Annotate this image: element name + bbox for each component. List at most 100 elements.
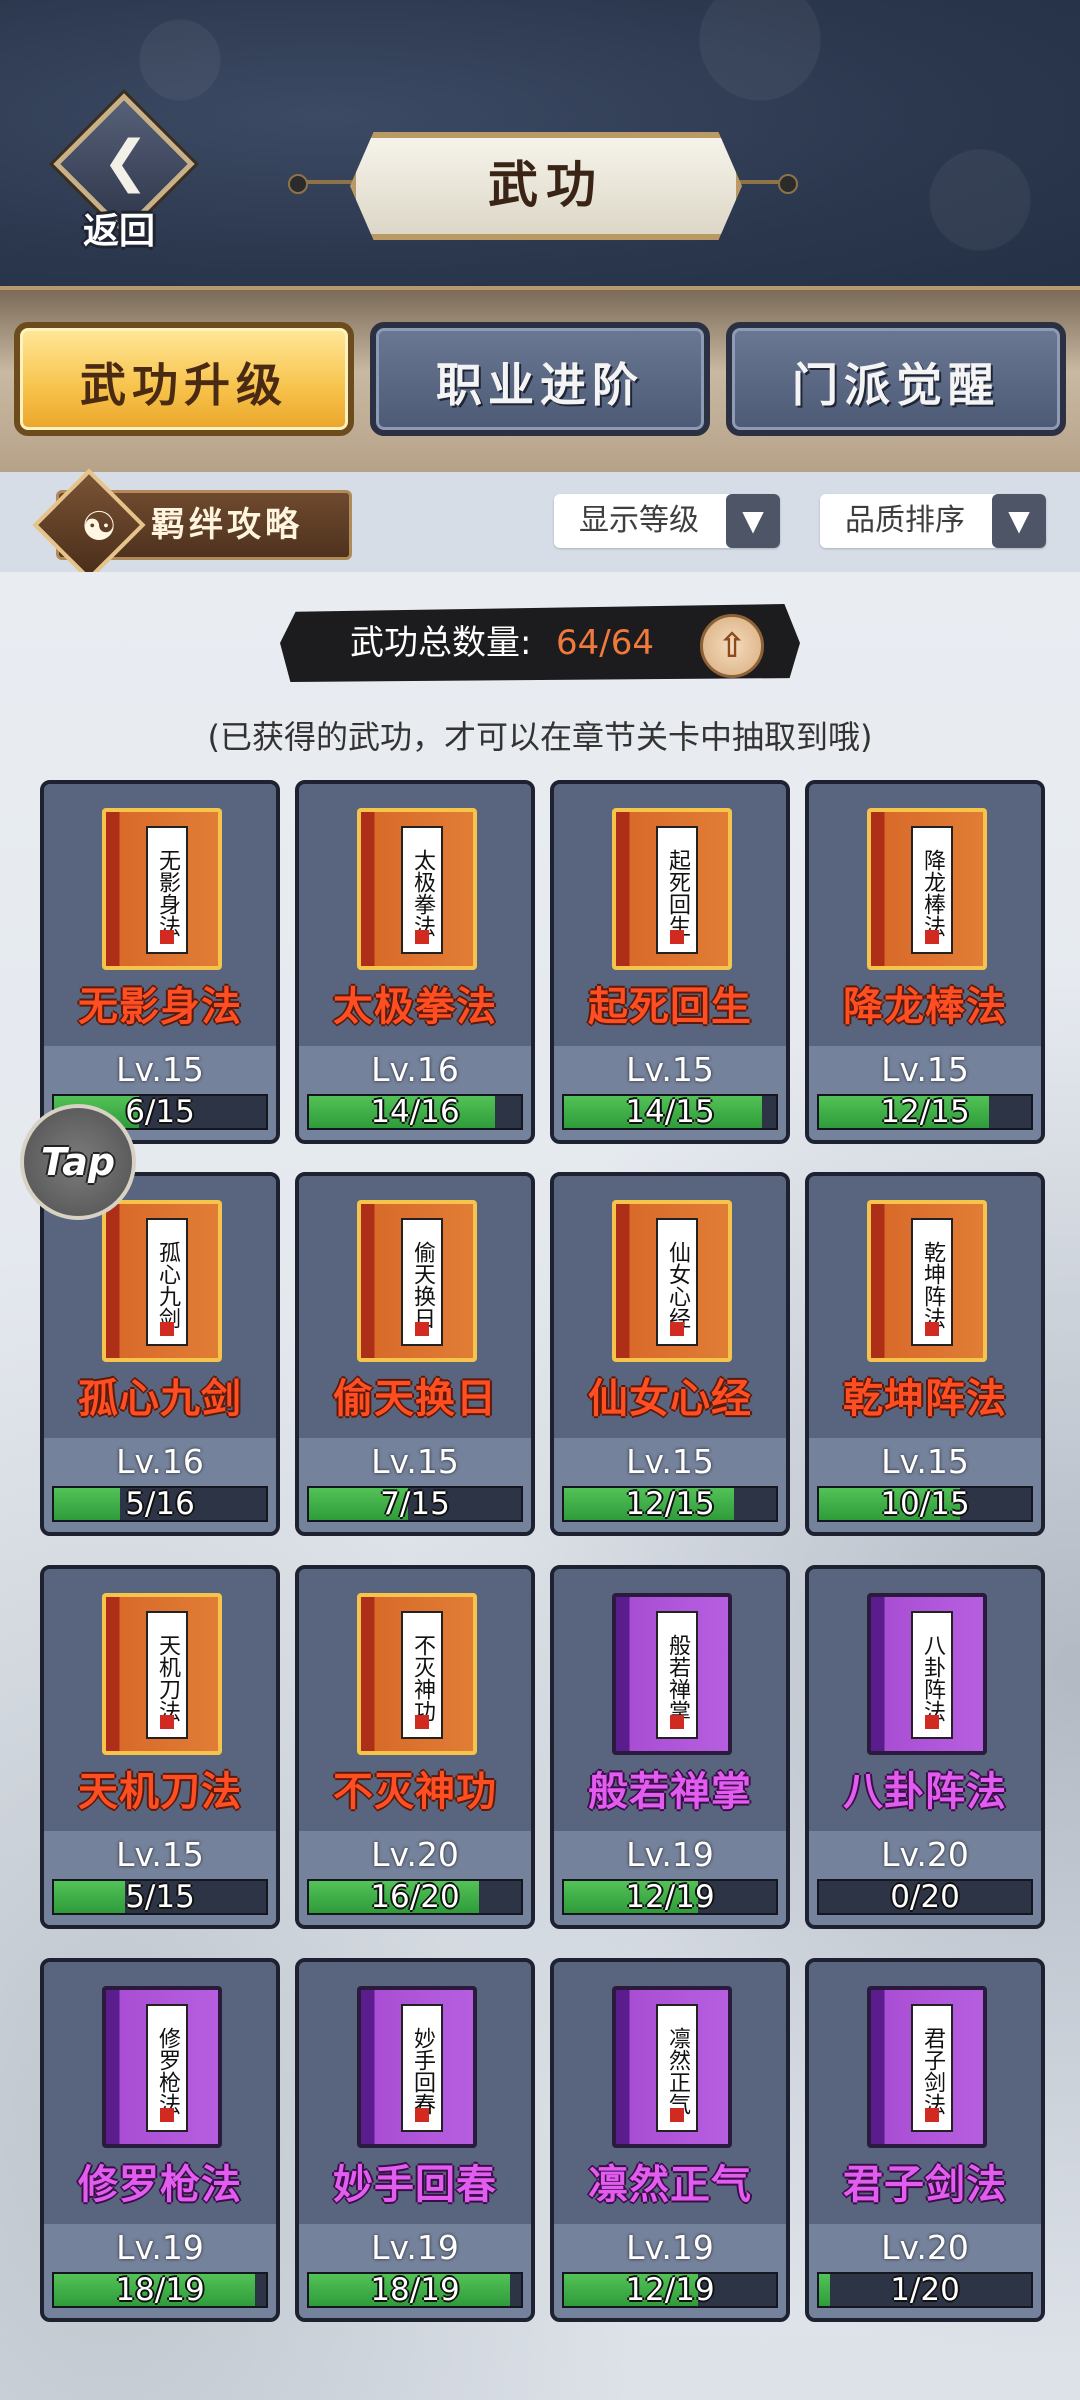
skill-name: 无影身法 (78, 984, 242, 1030)
skill-level: Lv.15 (881, 1442, 969, 1481)
bond-guide-label: 羁绊攻略 (151, 505, 303, 545)
skill-book-icon: 无影身法 (102, 808, 222, 970)
skill-count-label: 武功总数量: (350, 623, 532, 663)
skill-name: 太极拳法 (333, 984, 497, 1030)
skill-level: Lv.20 (881, 1835, 969, 1874)
back-button[interactable]: ❮ 返回 (44, 93, 195, 254)
skill-progress-text: 16/20 (370, 1879, 460, 1915)
skill-progress-text: 5/15 (125, 1879, 195, 1915)
skill-progress-text: 14/16 (370, 1094, 460, 1130)
seal-icon (670, 2108, 684, 2122)
skill-level: Lv.20 (881, 2228, 969, 2267)
skill-book-icon: 般若禅掌 (612, 1593, 732, 1755)
skill-progress-bar: 16/20 (307, 1879, 523, 1915)
skill-card[interactable]: 乾坤阵法 乾坤阵法 Lv.15 10/15 (805, 1172, 1045, 1536)
skill-book-icon: 偷天换日 (357, 1200, 477, 1362)
skill-progress-bar: 12/15 (817, 1094, 1033, 1130)
skill-card[interactable]: 仙女心经 仙女心经 Lv.15 12/15 (550, 1172, 790, 1536)
skill-book-icon: 八卦阵法 (867, 1593, 987, 1755)
level-display-dropdown[interactable]: 显示等级 ▼ (554, 494, 780, 548)
skill-level: Lv.16 (116, 1442, 204, 1481)
seal-icon (925, 1715, 939, 1729)
skill-progress-bar: 14/16 (307, 1094, 523, 1130)
skill-level: Lv.19 (116, 2228, 204, 2267)
quality-sort-dropdown[interactable]: 品质排序 ▼ (820, 494, 1046, 548)
skill-card[interactable]: 孤心九剑 孤心九剑 Lv.16 5/16 (40, 1172, 280, 1536)
skill-progress-bar: 0/20 (817, 1879, 1033, 1915)
upgrade-arrow-icon[interactable]: ⇧ (700, 614, 764, 678)
skill-progress-bar: 18/19 (307, 2272, 523, 2308)
skill-card[interactable]: 无影身法 无影身法 Lv.15 6/15 (40, 780, 280, 1144)
tab-sect-awaken[interactable]: 门派觉醒 (726, 322, 1066, 436)
bond-guide-button[interactable]: ☯ 羁绊攻略 (32, 468, 352, 582)
skill-name: 八卦阵法 (843, 1769, 1007, 1815)
skill-progress-text: 1/20 (890, 2272, 960, 2308)
skill-book-icon: 凛然正气 (612, 1986, 732, 2148)
skill-progress-text: 18/19 (115, 2272, 205, 2308)
skill-progress-text: 14/15 (625, 1094, 715, 1130)
skill-name: 降龙棒法 (843, 984, 1007, 1030)
skill-card[interactable]: 凛然正气 凛然正气 Lv.19 12/19 (550, 1958, 790, 2322)
skill-level: Lv.16 (371, 1050, 459, 1089)
seal-icon (670, 1715, 684, 1729)
tab-class-advance[interactable]: 职业进阶 (370, 322, 710, 436)
skill-level: Lv.15 (626, 1442, 714, 1481)
seal-icon (415, 1322, 429, 1336)
skill-card[interactable]: 太极拳法 太极拳法 Lv.16 14/16 (295, 780, 535, 1144)
seal-icon (415, 2108, 429, 2122)
skill-name: 凛然正气 (588, 2162, 752, 2208)
skill-book-icon: 孤心九剑 (102, 1200, 222, 1362)
skill-level: Lv.19 (371, 2228, 459, 2267)
skill-card[interactable]: 不灭神功 不灭神功 Lv.20 16/20 (295, 1565, 535, 1929)
skill-level: Lv.19 (626, 1835, 714, 1874)
skill-book-icon: 修罗枪法 (102, 1986, 222, 2148)
seal-icon (670, 930, 684, 944)
skill-card[interactable]: 修罗枪法 修罗枪法 Lv.19 18/19 (40, 1958, 280, 2322)
seal-icon (925, 930, 939, 944)
skill-level: Lv.19 (626, 2228, 714, 2267)
skill-card[interactable]: 八卦阵法 八卦阵法 Lv.20 0/20 (805, 1565, 1045, 1929)
quality-sort-value: 品质排序 (845, 503, 965, 538)
skill-card[interactable]: 般若禅掌 般若禅掌 Lv.19 12/19 (550, 1565, 790, 1929)
skill-progress-bar: 1/20 (817, 2272, 1033, 2308)
skill-progress-bar: 12/19 (562, 2272, 778, 2308)
skill-book-icon: 仙女心经 (612, 1200, 732, 1362)
skill-name: 乾坤阵法 (843, 1376, 1007, 1422)
skill-name: 偷天换日 (333, 1376, 497, 1422)
skill-progress-text: 12/15 (625, 1486, 715, 1522)
title-knob-right (778, 174, 798, 194)
skill-card[interactable]: 起死回生 起死回生 Lv.15 14/15 (550, 780, 790, 1144)
skill-book-icon: 君子剑法 (867, 1986, 987, 2148)
title-knob-left (288, 174, 308, 194)
chevron-down-icon: ▼ (992, 494, 1046, 548)
skill-progress-bar: 5/16 (52, 1486, 268, 1522)
tap-floating-button[interactable]: Tap (20, 1104, 136, 1220)
skill-card[interactable]: 君子剑法 君子剑法 Lv.20 1/20 (805, 1958, 1045, 2322)
tab-bar: 武功升级 职业进阶 门派觉醒 (0, 290, 1080, 472)
skill-card[interactable]: 偷天换日 偷天换日 Lv.15 7/15 (295, 1172, 535, 1536)
skill-book-icon: 不灭神功 (357, 1593, 477, 1755)
skill-name: 妙手回春 (333, 2162, 497, 2208)
seal-icon (415, 930, 429, 944)
skill-progress-bar: 12/19 (562, 1879, 778, 1915)
seal-icon (670, 1322, 684, 1336)
skill-name: 孤心九剑 (78, 1376, 242, 1422)
skill-card[interactable]: 降龙棒法 降龙棒法 Lv.15 12/15 (805, 780, 1045, 1144)
tab-skill-upgrade[interactable]: 武功升级 (14, 322, 354, 436)
seal-icon (160, 1322, 174, 1336)
skill-progress-text: 5/16 (125, 1486, 195, 1522)
page-title: 武功 (488, 155, 604, 214)
skill-progress-text: 12/19 (625, 2272, 715, 2308)
skill-progress-bar: 7/15 (307, 1486, 523, 1522)
skill-progress-text: 0/20 (890, 1879, 960, 1915)
top-header: ❮ 返回 武功 (0, 0, 1080, 290)
seal-icon (160, 930, 174, 944)
skill-level: Lv.15 (116, 1050, 204, 1089)
skill-level: Lv.20 (371, 1835, 459, 1874)
skill-card[interactable]: 天机刀法 天机刀法 Lv.15 5/15 (40, 1565, 280, 1929)
skill-book-icon: 妙手回春 (357, 1986, 477, 2148)
skill-count-value: 64/64 (556, 623, 654, 663)
skill-card[interactable]: 妙手回春 妙手回春 Lv.19 18/19 (295, 1958, 535, 2322)
skill-level: Lv.15 (116, 1835, 204, 1874)
skill-book-icon: 降龙棒法 (867, 808, 987, 970)
